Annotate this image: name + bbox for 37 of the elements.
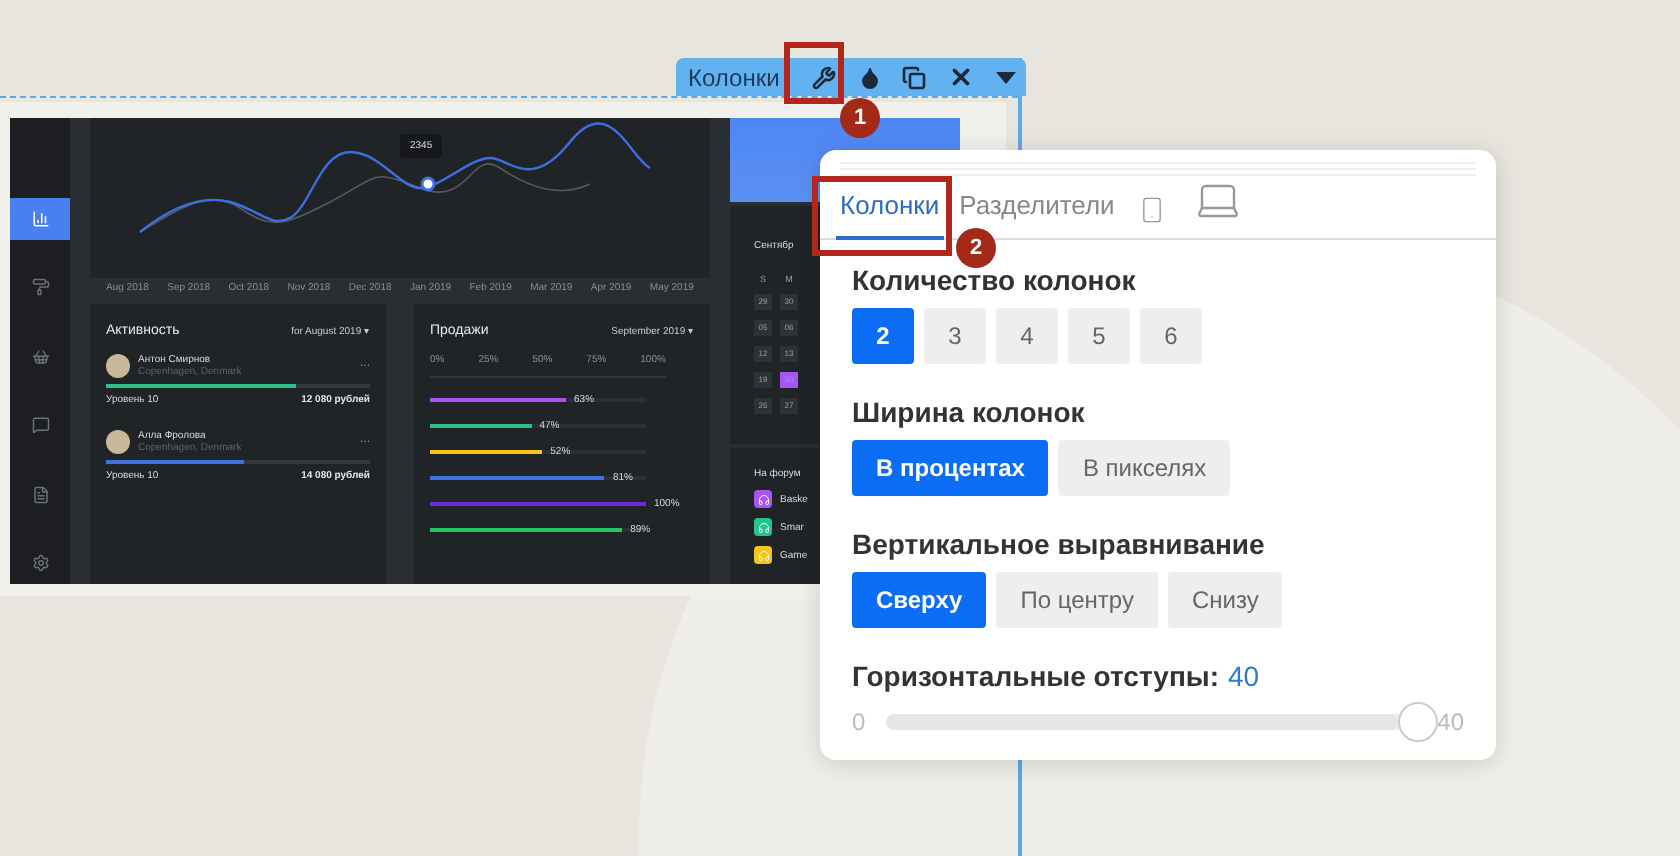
slider-max-label: 40 bbox=[1437, 708, 1464, 736]
option-button[interactable]: 4 bbox=[996, 308, 1058, 364]
slider-min-label: 0 bbox=[852, 708, 866, 736]
option-button[interactable]: 6 bbox=[1140, 308, 1202, 364]
option-button[interactable]: 2 bbox=[852, 308, 914, 364]
phone-icon[interactable] bbox=[1138, 196, 1167, 224]
avatar bbox=[106, 354, 130, 378]
option-button[interactable]: В процентах bbox=[852, 440, 1049, 496]
bar-chart-icon[interactable] bbox=[31, 209, 49, 228]
option-button[interactable]: Сверху bbox=[852, 572, 987, 628]
section-title: Вертикальное выравнивание bbox=[852, 528, 1267, 560]
option-button[interactable]: 5 bbox=[1068, 308, 1130, 364]
option-button[interactable]: По центру bbox=[996, 572, 1158, 628]
basket-icon[interactable] bbox=[31, 347, 49, 366]
toolbar-label: Колонки bbox=[688, 63, 780, 91]
slider-thumb[interactable] bbox=[1397, 702, 1438, 742]
wrench-icon[interactable] bbox=[812, 65, 837, 89]
caret-icon[interactable] bbox=[995, 71, 1016, 83]
chart-point bbox=[420, 176, 436, 192]
option-button[interactable]: 3 bbox=[924, 308, 986, 364]
chat-icon[interactable] bbox=[31, 416, 49, 435]
avatar bbox=[106, 430, 130, 454]
slider-label: Горизонтальные отступы: bbox=[852, 660, 1220, 692]
section-title: Количество колонок bbox=[852, 264, 1138, 296]
section-title: Ширина колонок bbox=[852, 396, 1087, 428]
duplicate-icon[interactable] bbox=[902, 65, 927, 89]
highlight-frame-overlay bbox=[784, 42, 844, 104]
document-icon[interactable] bbox=[31, 485, 49, 504]
option-button[interactable]: Снизу bbox=[1167, 572, 1283, 628]
option-button[interactable]: В пикселях bbox=[1058, 440, 1231, 496]
slider-value: 40 bbox=[1227, 660, 1260, 692]
active-nav-item[interactable] bbox=[10, 198, 70, 239]
paint-roller-icon[interactable] bbox=[31, 278, 49, 297]
highlight-frame-overlay bbox=[812, 176, 952, 256]
drop-icon[interactable] bbox=[857, 65, 882, 89]
close-icon[interactable] bbox=[947, 64, 974, 90]
settings-icon[interactable] bbox=[31, 554, 49, 573]
